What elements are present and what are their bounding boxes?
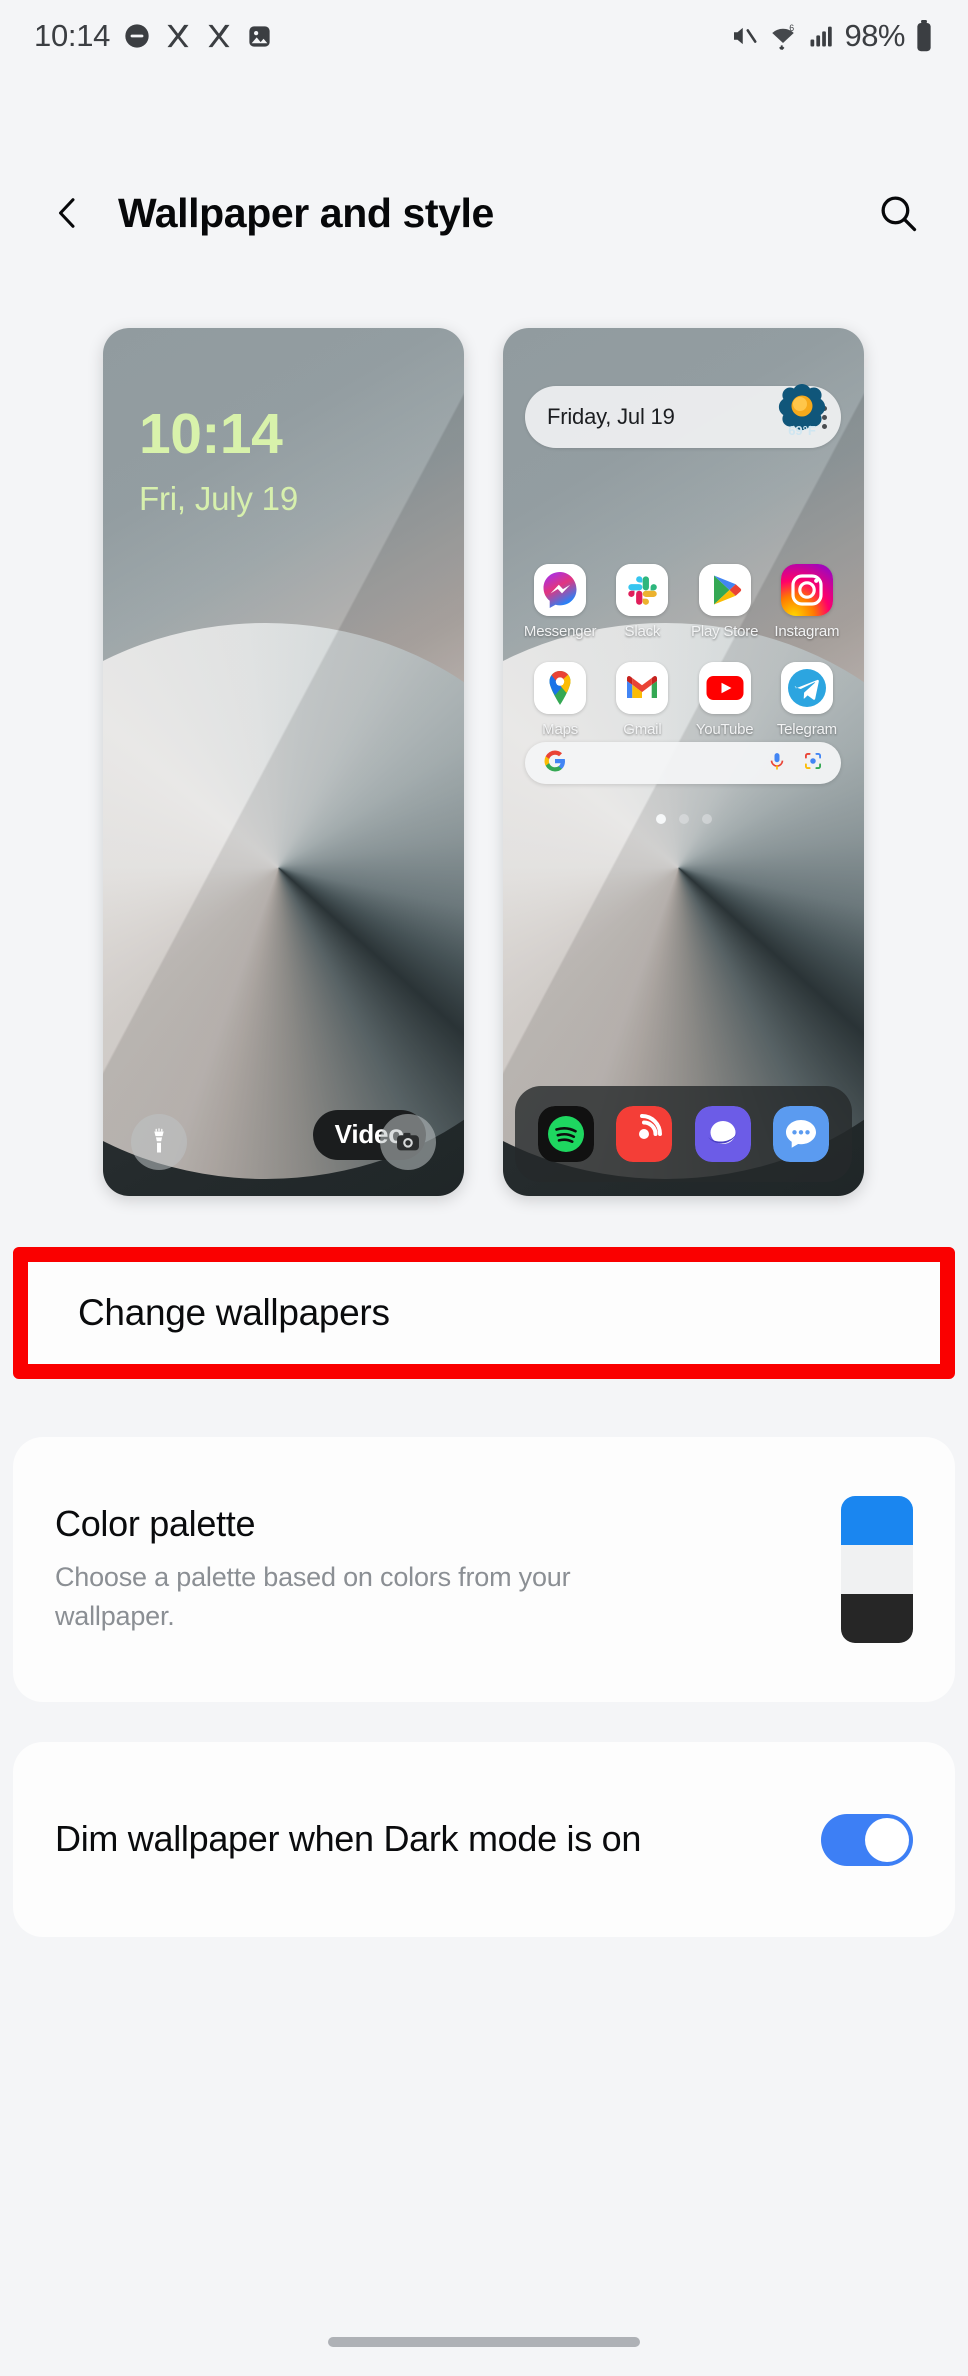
color-palette-row[interactable]: Color palette Choose a palette based on … <box>13 1437 955 1702</box>
spotify-icon[interactable] <box>538 1106 595 1162</box>
color-palette-texts: Color palette Choose a palette based on … <box>55 1503 675 1636</box>
app-icon-messenger[interactable]: Messenger <box>519 564 601 640</box>
camera-shortcut[interactable] <box>380 1114 436 1170</box>
home-screen-preview[interactable]: Friday, Jul 19 69°F Messenger Slack Play… <box>503 328 864 1196</box>
status-bar: 10:14 6 98% <box>0 0 968 72</box>
search-bar-actions <box>767 751 823 776</box>
home-page-indicator <box>503 814 864 824</box>
change-wallpapers-row[interactable]: Change wallpapers <box>13 1247 955 1379</box>
lock-screen-preview[interactable]: 10:14 Fri, July 19 Video <box>103 328 464 1196</box>
phone-screen: 10:14 6 98% Wallpaper and style 10:14 Fr… <box>0 0 968 2376</box>
image-icon <box>246 23 273 50</box>
x-app-icon <box>164 22 192 50</box>
svg-text:6: 6 <box>790 23 795 33</box>
home-dock <box>515 1086 852 1182</box>
messenger-icon <box>534 564 587 616</box>
app-icon-youtube[interactable]: YouTube <box>684 662 766 738</box>
gmail-icon <box>616 662 669 714</box>
swatch-color-primary <box>841 1496 913 1545</box>
flashlight-shortcut[interactable] <box>131 1114 187 1170</box>
search-button[interactable] <box>868 183 928 243</box>
microphone-icon[interactable] <box>767 751 787 776</box>
home-app-grid: Messenger Slack Play Store Instagram Map… <box>519 564 848 738</box>
app-label: Slack <box>624 623 661 640</box>
status-bar-right: 6 98% <box>729 18 934 54</box>
swatch-color-light <box>841 1545 913 1594</box>
back-button[interactable] <box>40 185 96 241</box>
gesture-nav-bar <box>0 2308 968 2376</box>
app-label: Instagram <box>774 623 840 640</box>
telegram-icon <box>780 662 833 714</box>
app-icon-maps[interactable]: Maps <box>519 662 601 738</box>
app-icon-instagram[interactable]: Instagram <box>766 564 848 640</box>
samsung-internet-icon[interactable] <box>694 1106 751 1162</box>
app-icon-gmail[interactable]: Gmail <box>601 662 683 738</box>
color-palette-swatch[interactable] <box>841 1496 913 1643</box>
page-title: Wallpaper and style <box>118 189 494 236</box>
toggle-knob <box>865 1817 909 1862</box>
maps-icon <box>534 662 587 714</box>
lock-screen-date: Fri, July 19 <box>139 480 298 517</box>
camera-icon <box>397 1132 419 1151</box>
mute-icon <box>729 21 759 51</box>
gesture-handle[interactable] <box>328 2337 640 2347</box>
battery-percent-label: 98% <box>844 18 905 53</box>
color-palette-title: Color palette <box>55 1502 256 1544</box>
status-bar-clock: 10:14 <box>34 18 111 53</box>
weather-flower-shape <box>778 384 826 431</box>
messages-icon[interactable] <box>772 1106 829 1162</box>
dim-wallpaper-row[interactable]: Dim wallpaper when Dark mode is on <box>13 1742 955 1937</box>
google-lens-icon[interactable] <box>803 751 823 776</box>
google-search-bar[interactable] <box>525 742 841 784</box>
x-app-icon <box>205 22 233 50</box>
app-label: Telegram <box>776 721 837 738</box>
app-label: YouTube <box>695 721 754 738</box>
wifi-icon: 6 <box>768 21 798 51</box>
instagram-icon <box>780 564 833 616</box>
play-store-icon <box>698 564 751 616</box>
app-header: Wallpaper and style <box>0 168 968 258</box>
app-label: Messenger <box>523 623 597 640</box>
google-g-icon <box>543 749 567 778</box>
pocket-casts-icon[interactable] <box>616 1106 673 1162</box>
app-label: Play Store <box>691 623 759 640</box>
change-wallpapers-label: Change wallpapers <box>78 1292 390 1333</box>
lock-screen-clock: 10:14 <box>139 402 283 466</box>
dnd-icon <box>123 22 151 50</box>
dim-wallpaper-toggle[interactable] <box>821 1813 913 1866</box>
search-icon <box>881 196 917 232</box>
slack-icon <box>616 564 669 616</box>
chevron-left-icon <box>59 198 75 228</box>
youtube-icon <box>698 662 751 714</box>
weather-temp-label: 69°F <box>788 423 816 438</box>
battery-icon <box>914 20 934 52</box>
swatch-color-dark <box>841 1594 913 1643</box>
app-icon-slack[interactable]: Slack <box>601 564 683 640</box>
dim-wallpaper-label: Dim wallpaper when Dark mode is on <box>55 1818 642 1860</box>
page-dot <box>655 814 666 824</box>
app-icon-telegram[interactable]: Telegram <box>766 662 848 738</box>
app-label: Maps <box>542 721 579 738</box>
widget-date-label: Friday, Jul 19 <box>547 404 675 429</box>
page-dot <box>701 814 712 824</box>
weather-badge[interactable]: 69°F <box>766 380 838 452</box>
app-icon-play-store[interactable]: Play Store <box>684 564 766 640</box>
flashlight-icon <box>154 1128 164 1153</box>
color-palette-subtitle: Choose a palette based on colors from yo… <box>55 1561 571 1631</box>
app-label: Gmail <box>623 721 662 738</box>
status-bar-left: 10:14 <box>34 18 273 54</box>
page-dot <box>678 814 689 824</box>
signal-icon <box>807 22 835 50</box>
wallpaper-previews: 10:14 Fri, July 19 Video Friday, Jul 19 … <box>0 328 968 1196</box>
lock-screen-bottom-bar: Video <box>103 1110 464 1174</box>
